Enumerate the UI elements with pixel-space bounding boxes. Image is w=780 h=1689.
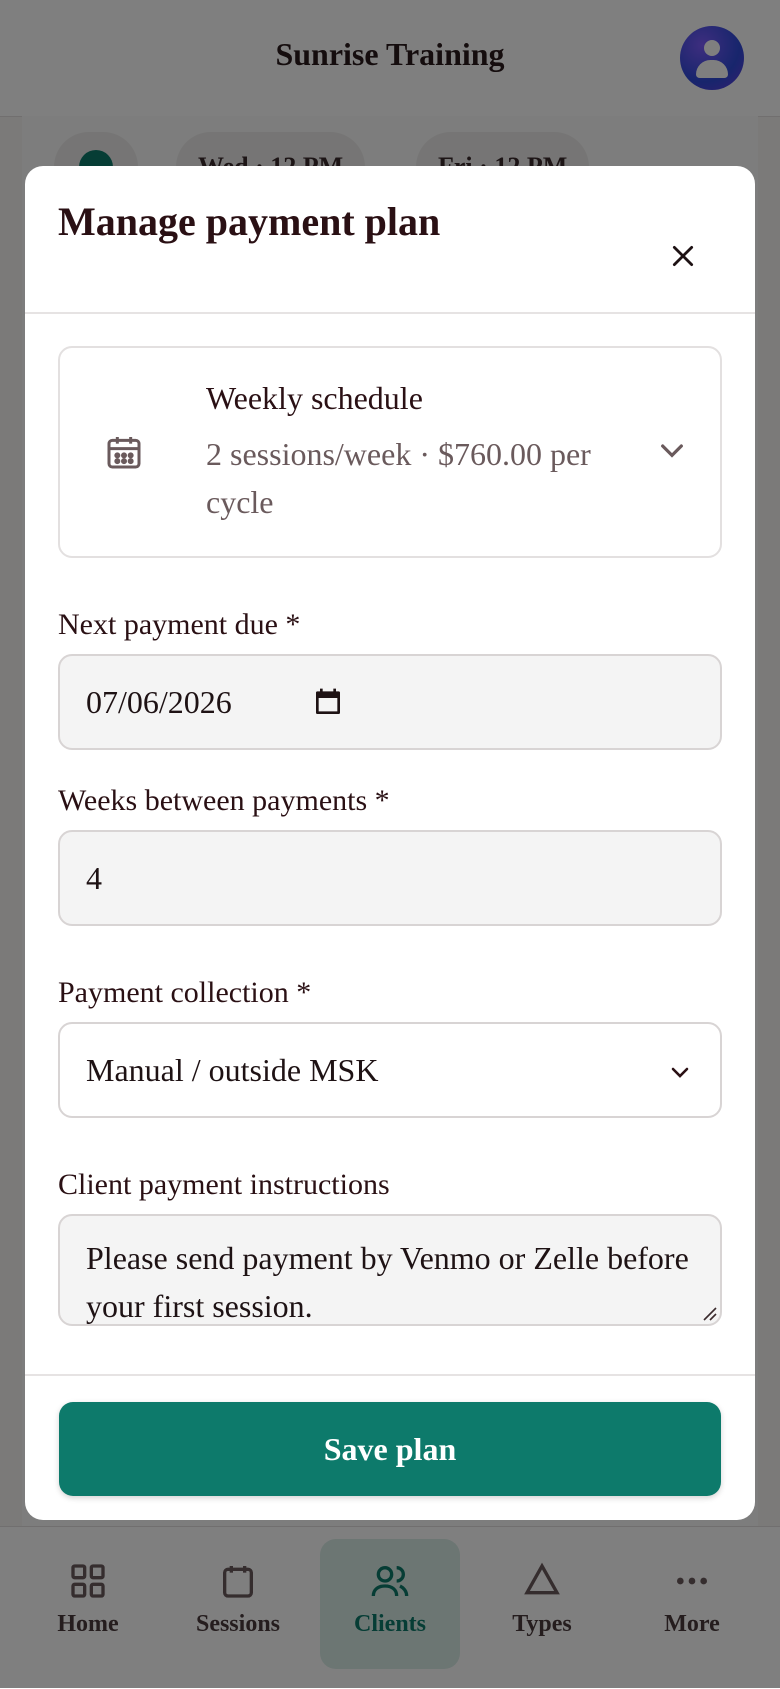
weeks-between-label: Weeks between payments * bbox=[58, 784, 390, 817]
payment-plan-modal: Manage payment plan Weekly schedule 2 se… bbox=[25, 166, 755, 1520]
instructions-label: Client payment instructions bbox=[58, 1168, 390, 1201]
next-payment-date-input[interactable]: 07/06/2026 bbox=[58, 654, 722, 750]
weeks-between-input[interactable]: 4 bbox=[58, 830, 722, 926]
next-payment-label: Next payment due * bbox=[58, 608, 301, 641]
schedule-subtitle: 2 sessions/week · $760.00 per cycle bbox=[206, 436, 591, 520]
modal-title: Manage payment plan bbox=[58, 199, 441, 244]
instructions-value: Please send payment by Venmo or Zelle be… bbox=[86, 1240, 689, 1324]
modal-footer: Save plan bbox=[25, 1374, 755, 1520]
resize-handle-icon[interactable] bbox=[700, 1304, 718, 1322]
instructions-textarea[interactable]: Please send payment by Venmo or Zelle be… bbox=[58, 1214, 722, 1326]
close-icon bbox=[672, 245, 694, 267]
modal-header: Manage payment plan bbox=[25, 166, 755, 314]
calendar-icon bbox=[107, 437, 141, 469]
next-payment-value: 07/06/2026 bbox=[86, 683, 232, 720]
chevron-down-icon bbox=[661, 444, 683, 458]
payment-collection-value: Manual / outside MSK bbox=[86, 1051, 379, 1088]
payment-collection-label: Payment collection * bbox=[58, 976, 312, 1009]
weeks-between-value: 4 bbox=[86, 859, 102, 896]
close-button[interactable] bbox=[653, 226, 713, 286]
schedule-selector[interactable]: Weekly schedule 2 sessions/week · $760.0… bbox=[58, 346, 722, 558]
payment-collection-select[interactable]: Manual / outside MSK bbox=[58, 1022, 722, 1118]
schedule-title: Weekly schedule bbox=[206, 380, 423, 416]
calendar-icon[interactable] bbox=[312, 686, 344, 718]
chevron-down-icon bbox=[671, 1067, 689, 1078]
save-plan-button[interactable]: Save plan bbox=[59, 1402, 721, 1496]
